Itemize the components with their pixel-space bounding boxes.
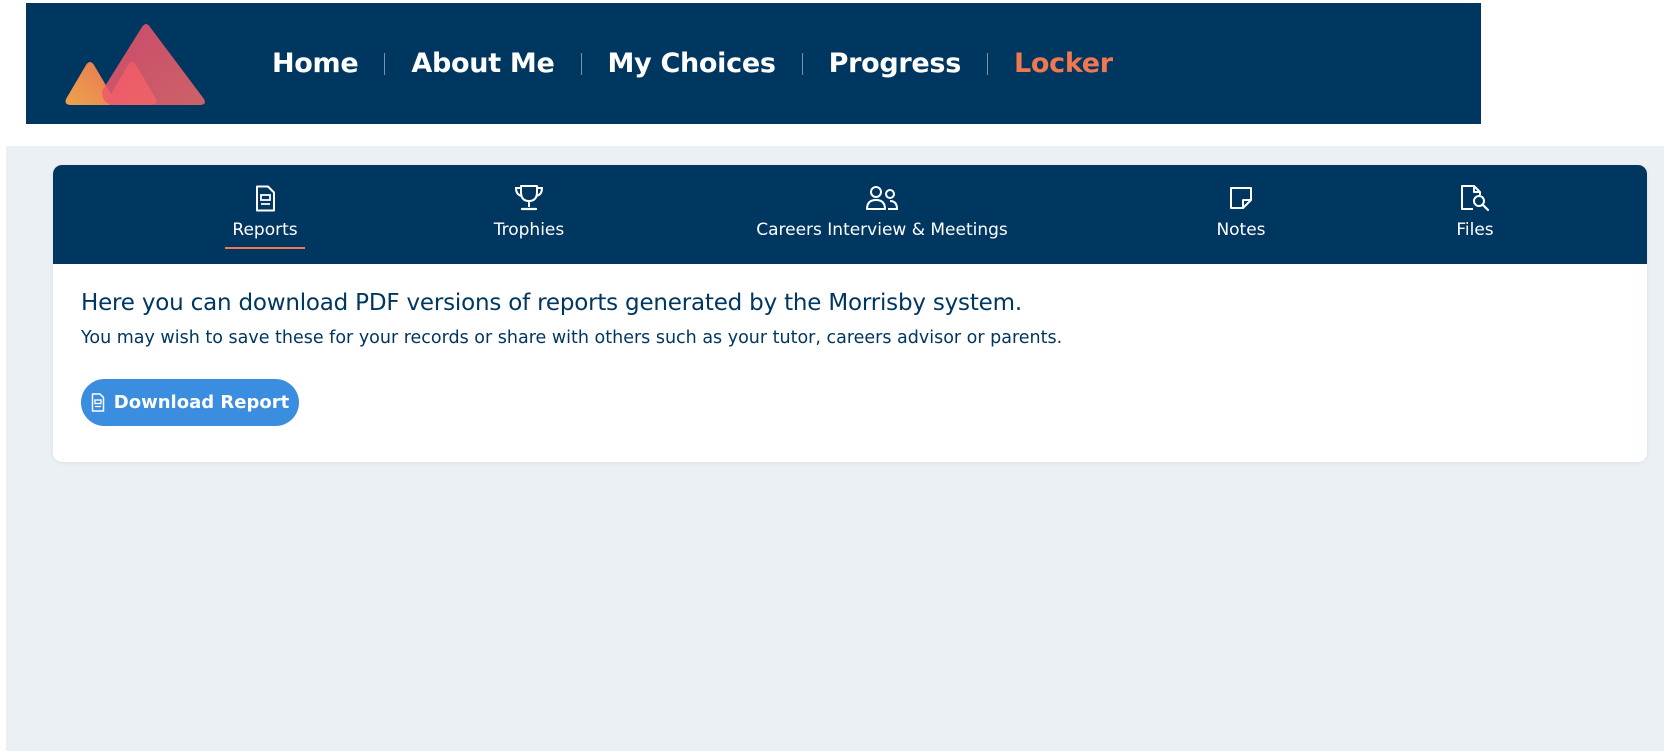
nav-divider bbox=[986, 52, 988, 75]
reports-content: Here you can download PDF versions of re… bbox=[81, 290, 1062, 348]
nav-progress[interactable]: Progress bbox=[829, 48, 962, 79]
tab-careers-label: Careers Interview & Meetings bbox=[756, 220, 1008, 240]
nav-my-choices[interactable]: My Choices bbox=[608, 48, 776, 79]
report-icon bbox=[91, 393, 105, 412]
report-icon bbox=[256, 185, 275, 211]
nav-locker[interactable]: Locker bbox=[1014, 48, 1113, 79]
tab-trophies[interactable]: Trophies bbox=[489, 165, 569, 264]
locker-tab-bar: Reports Trophies Careers Interview & Mee… bbox=[53, 165, 1647, 264]
active-tab-underline bbox=[225, 247, 305, 249]
locker-card: Reports Trophies Careers Interview & Mee… bbox=[53, 165, 1647, 462]
note-icon bbox=[1230, 187, 1252, 209]
locker-main: Reports Trophies Careers Interview & Mee… bbox=[6, 146, 1664, 751]
reports-headline: Here you can download PDF versions of re… bbox=[81, 290, 1022, 316]
trophy-icon bbox=[514, 185, 544, 211]
tab-notes-label: Notes bbox=[1216, 220, 1266, 240]
nav-about-me[interactable]: About Me bbox=[411, 48, 554, 79]
reports-subline: You may wish to save these for your reco… bbox=[81, 328, 1063, 348]
people-icon bbox=[866, 186, 899, 210]
tab-files-label: Files bbox=[1456, 220, 1494, 240]
main-nav: Home About Me My Choices Progress Locker bbox=[272, 3, 1113, 124]
tab-careers-interview-meetings[interactable]: Careers Interview & Meetings bbox=[756, 165, 1008, 264]
nav-divider bbox=[801, 52, 803, 75]
tab-notes[interactable]: Notes bbox=[1201, 165, 1281, 264]
tab-reports-label: Reports bbox=[232, 220, 298, 240]
top-nav-bar: Home About Me My Choices Progress Locker bbox=[26, 3, 1481, 124]
file-search-icon bbox=[1461, 185, 1490, 212]
download-report-button[interactable]: Download Report bbox=[81, 379, 299, 426]
morrisby-logo[interactable] bbox=[62, 21, 208, 107]
tab-trophies-label: Trophies bbox=[493, 220, 565, 240]
nav-divider bbox=[384, 52, 386, 75]
nav-home[interactable]: Home bbox=[272, 48, 359, 79]
nav-divider bbox=[580, 52, 582, 75]
tab-files[interactable]: Files bbox=[1435, 165, 1515, 264]
tab-reports[interactable]: Reports bbox=[225, 165, 305, 264]
download-report-label: Download Report bbox=[113, 392, 290, 413]
